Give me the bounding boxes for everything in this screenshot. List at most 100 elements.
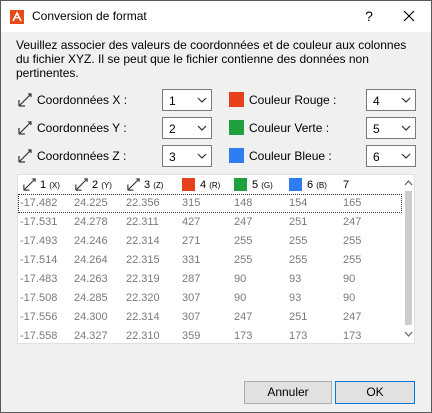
color-green-label: Couleur Verte : — [249, 121, 330, 135]
chevron-down-icon — [197, 97, 207, 103]
table-cell: 255 — [289, 235, 308, 247]
table-cell: 22.314 — [126, 235, 160, 247]
format-conversion-dialog: Conversion de format ? Veuillez associer… — [0, 0, 432, 413]
column-header-sub: (X) — [49, 181, 60, 190]
color-blue-label: Couleur Bleue : — [249, 149, 332, 163]
column-header-num: 3 — [144, 179, 151, 191]
column-header-sub: (G) — [261, 181, 273, 190]
coord-y-value: 2 — [169, 122, 176, 136]
table-cell: 247 — [234, 311, 253, 323]
table-row[interactable]: -17.556 24.300 22.314 307 247 251 247 — [18, 308, 402, 327]
table-cell: 307 — [182, 311, 201, 323]
column-header[interactable]: 1 (X) — [22, 177, 72, 193]
column-header-num: 1 — [40, 179, 47, 191]
coordinate-axis-icon — [18, 149, 32, 163]
table-cell: 173 — [343, 330, 362, 342]
table-cell: 93 — [289, 292, 302, 304]
column-header[interactable]: 7 — [343, 177, 383, 193]
table-cell: 148 — [234, 197, 253, 209]
table-row[interactable]: -17.483 24.263 22.319 287 90 93 90 — [18, 270, 402, 289]
table-row[interactable]: -17.558 24.327 22.310 359 173 173 173 — [18, 327, 402, 343]
table-cell: 287 — [182, 273, 201, 285]
table-cell: 173 — [289, 330, 308, 342]
coordinate-axis-icon — [18, 121, 32, 135]
vertical-scrollbar[interactable] — [402, 175, 414, 343]
chevron-down-icon — [401, 153, 411, 159]
table-row[interactable]: -17.508 24.285 22.320 307 90 93 90 — [18, 289, 402, 308]
color-red-value: 4 — [373, 94, 380, 108]
coord-z-value: 3 — [169, 150, 176, 164]
coord-y-label: Coordonnées Y : — [37, 121, 127, 135]
table-cell: 22.356 — [126, 197, 160, 209]
color-red-label: Couleur Rouge : — [249, 93, 337, 107]
table-cell: 247 — [343, 311, 362, 323]
coord-z-select[interactable]: 3 — [162, 145, 212, 167]
table-cell: -17.493 — [20, 235, 58, 247]
chevron-down-icon — [197, 125, 207, 131]
table-row[interactable]: -17.482 24.225 22.356 315 148 154 165 — [18, 194, 402, 213]
color-red-select[interactable]: 4 — [366, 89, 416, 111]
color-green-select[interactable]: 5 — [366, 117, 416, 139]
close-button[interactable] — [397, 5, 421, 27]
blue-swatch — [289, 178, 302, 191]
green-swatch — [234, 178, 247, 191]
color-green-value: 5 — [373, 122, 380, 136]
help-button[interactable]: ? — [359, 5, 379, 27]
coord-x-select[interactable]: 1 — [162, 89, 212, 111]
table-cell: 359 — [182, 330, 201, 342]
table-cell: -17.531 — [20, 216, 58, 228]
table-header: 1 (X) 2 (Y) 3 (Z) 4 (R) 5 (G) 6 (B) 7 — [18, 175, 402, 193]
column-header[interactable]: 3 (Z) — [126, 177, 178, 193]
scroll-up-icon[interactable] — [404, 179, 413, 186]
title-bar: Conversion de format ? — [1, 1, 431, 32]
table-cell: 90 — [234, 273, 247, 285]
color-green-row: Couleur Verte : — [229, 117, 359, 139]
table-row[interactable]: -17.514 24.264 22.315 331 255 255 255 — [18, 251, 402, 270]
coord-x-value: 1 — [169, 94, 176, 108]
table-cell: 331 — [182, 254, 201, 266]
scroll-down-icon[interactable] — [404, 331, 413, 338]
column-header-sub: (Y) — [101, 181, 112, 190]
color-blue-row: Couleur Bleue : — [229, 145, 359, 167]
scrollbar-thumb[interactable] — [405, 191, 412, 325]
table-cell: 154 — [289, 197, 308, 209]
column-header[interactable]: 6 (B) — [289, 177, 339, 193]
table-cell: 24.246 — [74, 235, 108, 247]
table-cell: 173 — [234, 330, 253, 342]
table-cell: 90 — [343, 292, 356, 304]
ok-button[interactable]: OK — [335, 381, 415, 404]
blue-swatch — [229, 148, 244, 163]
table-cell: 22.319 — [126, 273, 160, 285]
column-header-num: 6 — [307, 179, 314, 191]
preview-table[interactable]: 1 (X) 2 (Y) 3 (Z) 4 (R) 5 (G) 6 (B) 7 -1… — [17, 174, 415, 344]
table-row[interactable]: -17.531 24.278 22.311 427 247 251 247 — [18, 213, 402, 232]
table-row[interactable]: -17.493 24.246 22.314 271 255 255 255 — [18, 232, 402, 251]
column-header-sub: (B) — [316, 181, 327, 190]
table-cell: 255 — [343, 254, 362, 266]
table-cell: 427 — [182, 216, 201, 228]
column-header-num: 5 — [252, 179, 259, 191]
table-cell: -17.508 — [20, 292, 58, 304]
chevron-down-icon — [401, 125, 411, 131]
cancel-button[interactable]: Annuler — [244, 381, 332, 404]
column-header[interactable]: 5 (G) — [234, 177, 284, 193]
table-cell: 22.314 — [126, 311, 160, 323]
column-header-sub: (Z) — [153, 181, 164, 190]
table-cell: -17.514 — [20, 254, 58, 266]
chevron-down-icon — [401, 97, 411, 103]
coordinate-axis-icon — [23, 178, 36, 191]
green-swatch — [229, 120, 244, 135]
table-cell: 307 — [182, 292, 201, 304]
color-blue-select[interactable]: 6 — [366, 145, 416, 167]
red-swatch — [182, 178, 195, 191]
column-header[interactable]: 2 (Y) — [74, 177, 124, 193]
column-header-num: 7 — [343, 179, 350, 191]
chevron-down-icon — [197, 153, 207, 159]
window-title: Conversion de format — [32, 9, 147, 23]
table-cell: 24.300 — [74, 311, 108, 323]
table-cell: 271 — [182, 235, 201, 247]
column-header-sub: (R) — [209, 181, 221, 190]
coord-y-select[interactable]: 2 — [162, 117, 212, 139]
table-cell: 22.310 — [126, 330, 160, 342]
column-header[interactable]: 4 (R) — [182, 177, 232, 193]
